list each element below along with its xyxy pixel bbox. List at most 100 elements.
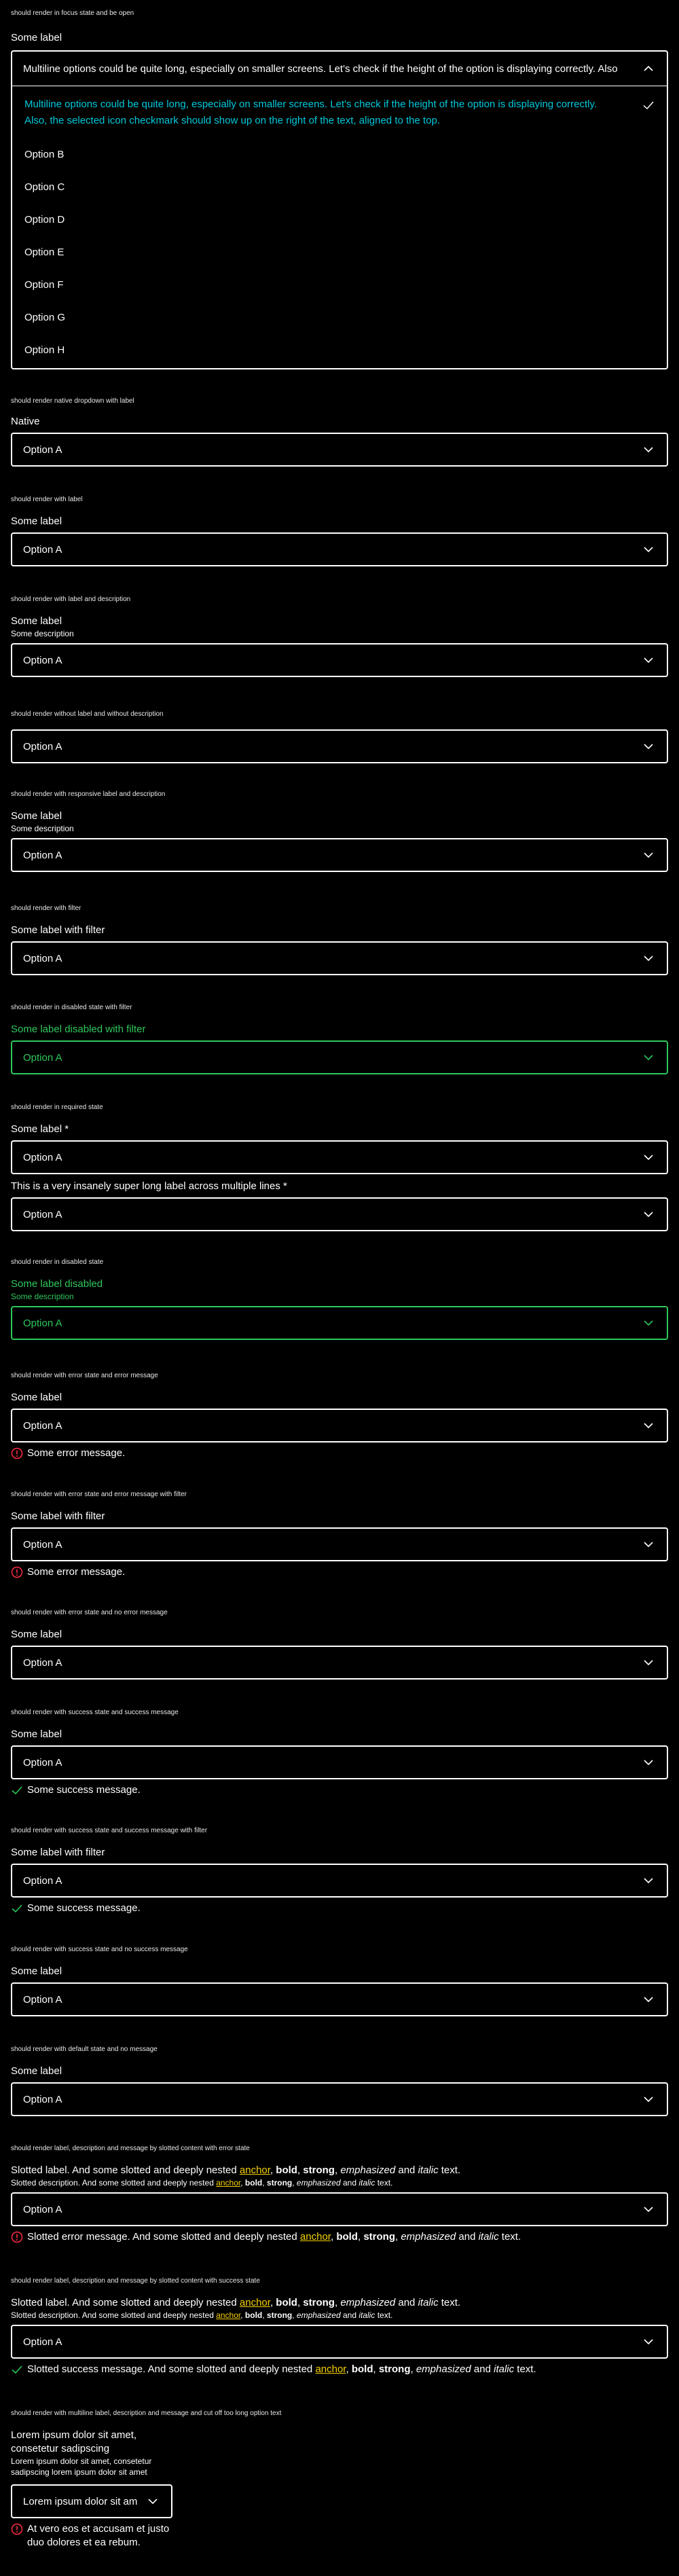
error-icon: [11, 2231, 23, 2243]
chevron-down-icon: [642, 1317, 655, 1329]
select[interactable]: Option A: [11, 2082, 668, 2116]
select[interactable]: Option A: [11, 643, 668, 677]
filter-select[interactable]: Option A: [11, 941, 668, 975]
chevron-down-icon: [642, 1208, 655, 1220]
option[interactable]: Option D: [24, 213, 65, 227]
error-select[interactable]: Option A: [11, 1409, 668, 1443]
success-filter-select[interactable]: Option A: [11, 1864, 668, 1898]
select-label: Some label with filter: [11, 1510, 105, 1522]
error-icon: [11, 2523, 23, 2535]
error-filter-section: should render with error state and error…: [11, 1491, 668, 1579]
disabled-select: Option A: [11, 1306, 668, 1340]
select-label: Lorem ipsum dolor sit amet, consetetur sa…: [11, 2429, 137, 2454]
chevron-down-icon: [642, 1756, 655, 1768]
error-message-text: Some error message.: [27, 1447, 126, 1459]
select-value: Option A: [23, 1208, 62, 1220]
select[interactable]: Option A: [11, 532, 668, 566]
option[interactable]: Option B: [24, 148, 64, 162]
chevron-down-icon: [642, 849, 655, 861]
caption: should render with error state and error…: [11, 1372, 158, 1379]
option[interactable]: Option E: [24, 246, 64, 259]
caption: should render label, description and mes…: [11, 2145, 250, 2152]
chevron-down-icon: [147, 2495, 159, 2507]
error-icon: [11, 1447, 23, 1459]
chevron-down-icon: [642, 1993, 655, 2006]
select-description: Lorem ipsum dolor sit amet, consetetur sa…: [11, 2456, 152, 2477]
caption: should render with label: [11, 496, 83, 503]
error-select[interactable]: Option A: [11, 2192, 668, 2226]
option[interactable]: Option G: [24, 311, 65, 325]
disabled-select: Option A: [11, 1040, 668, 1074]
anchor-link[interactable]: anchor: [240, 2164, 270, 2176]
success-message-text: Some success message.: [27, 1784, 141, 1796]
select-value: Option A: [23, 1656, 62, 1669]
select-value: Lorem ipsum dolor sit am: [23, 2495, 138, 2507]
chevron-down-icon: [642, 740, 655, 752]
slotted-description: Slotted description. And some slotted an…: [11, 2178, 393, 2188]
chevron-down-icon: [642, 543, 655, 556]
error-select[interactable]: Option A: [11, 1646, 668, 1680]
anchor-link[interactable]: anchor: [240, 2297, 270, 2308]
select-label: Some label: [11, 32, 62, 43]
success-filter-section: should render with success state and suc…: [11, 1827, 668, 1915]
chevron-down-icon: [642, 1151, 655, 1163]
select-value: Option A: [23, 543, 62, 556]
select-description: Some description: [11, 824, 74, 833]
success-select[interactable]: Option A: [11, 1745, 668, 1779]
error-message-text: Some error message.: [27, 1566, 126, 1578]
select-value: Option A: [23, 443, 62, 456]
error-filter-select[interactable]: Option A: [11, 1527, 668, 1561]
select-value: Option A: [23, 2093, 62, 2105]
caption: should render in disabled state with fil…: [11, 1004, 132, 1011]
select-value: Option A: [23, 1051, 62, 1064]
option-selected[interactable]: Multiline options could be quite long, e…: [24, 96, 602, 129]
caption: should render in required state: [11, 1104, 103, 1111]
error-section: should render with error state and error…: [11, 1372, 668, 1460]
slotted-error-section: should render label, description and mes…: [11, 2145, 668, 2244]
open-select-section: should render in focus state and be open…: [11, 10, 668, 369]
select-value: Option A: [23, 1993, 62, 2006]
error-message: Some error message.: [11, 1565, 668, 1579]
select-label: Some label: [11, 2065, 62, 2077]
multiline-section: should render with multiline label, desc…: [11, 2410, 668, 2550]
success-select[interactable]: Option A: [11, 1982, 668, 2016]
error-message: Some error message.: [11, 1447, 668, 1460]
select-label: Some label disabled with filter: [11, 1023, 146, 1035]
caption: should render with success state and suc…: [11, 1709, 179, 1716]
required-select-long-label[interactable]: Option A: [11, 1197, 668, 1231]
select[interactable]: Option A: [11, 838, 668, 872]
anchor-link[interactable]: anchor: [315, 2363, 346, 2375]
option[interactable]: Option C: [24, 181, 65, 194]
select-description: Some description: [11, 1292, 74, 1301]
narrow-select[interactable]: Lorem ipsum dolor sit am: [11, 2484, 172, 2518]
success-select[interactable]: Option A: [11, 2325, 668, 2359]
caption: should render with filter: [11, 905, 81, 912]
chevron-down-icon: [642, 1419, 655, 1432]
select-label: Native: [11, 416, 40, 427]
select-value[interactable]: Multiline options could be quite long, e…: [12, 52, 667, 86]
checkmark-icon: [642, 99, 655, 111]
option[interactable]: Option H: [24, 344, 65, 357]
responsive-section: should render with responsive label and …: [11, 791, 668, 872]
open-select[interactable]: Multiline options could be quite long, e…: [11, 50, 668, 369]
slotted-label: Slotted label. And some slotted and deep…: [11, 2297, 461, 2308]
required-select[interactable]: Option A: [11, 1140, 668, 1174]
select-label: Some label: [11, 1728, 62, 1740]
chevron-up-icon[interactable]: [642, 62, 655, 75]
success-message: Slotted success message. And some slotte…: [11, 2363, 668, 2376]
option[interactable]: Option F: [24, 278, 64, 292]
anchor-link[interactable]: anchor: [216, 2178, 240, 2188]
anchor-link[interactable]: anchor: [300, 2231, 331, 2243]
native-select[interactable]: Option A: [11, 433, 668, 467]
anchor-link[interactable]: anchor: [216, 2310, 240, 2320]
select-label: Some label *: [11, 1123, 69, 1135]
select-label: Some label: [11, 1629, 62, 1640]
caption: should render with multiline label, desc…: [11, 2410, 282, 2417]
chevron-down-icon: [642, 2203, 655, 2215]
select[interactable]: Option A: [11, 729, 668, 763]
success-message: Some success message.: [11, 1902, 668, 1915]
success-message: Some success message.: [11, 1783, 668, 1797]
checkmark-icon: [11, 1902, 23, 1915]
select-label: Some label: [11, 615, 62, 627]
caption: should render native dropdown with label: [11, 397, 134, 405]
